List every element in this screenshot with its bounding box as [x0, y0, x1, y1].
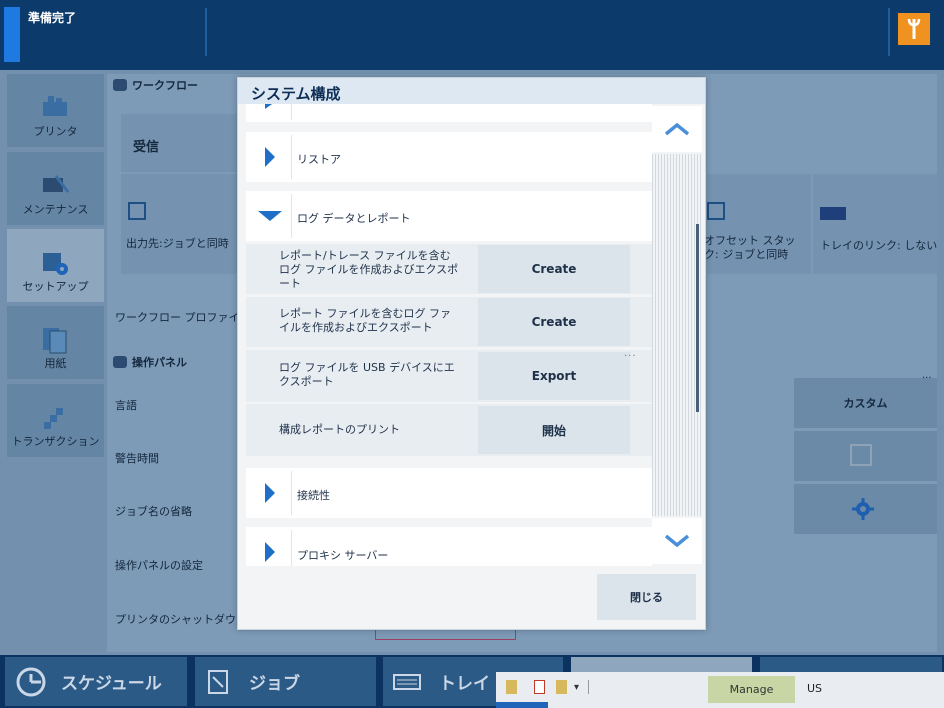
panel-settings-label: 操作パネルの設定: [115, 559, 203, 572]
create-report-log-button[interactable]: Create: [478, 298, 630, 346]
sub-item: レポート ファイルを含むログ ファイルを作成およびエクスポート Create: [246, 297, 652, 347]
divider: [205, 8, 207, 56]
printer-icon: [43, 96, 67, 116]
language-label: 言語: [115, 399, 137, 412]
list-item[interactable]: [246, 104, 652, 122]
settings-cell[interactable]: [794, 484, 937, 534]
sub-item-label: 構成レポートのプリント: [279, 423, 400, 436]
copy-icon: [850, 444, 872, 466]
checkbox-icon[interactable]: [534, 680, 545, 694]
chevron-up-icon: [664, 122, 690, 136]
document-icon: [208, 669, 228, 694]
custom-button[interactable]: カスタム: [794, 378, 937, 428]
service-button[interactable]: [898, 13, 930, 45]
settings-cell[interactable]: [794, 431, 937, 481]
proxy-label: プロキシ サーバー: [297, 549, 389, 562]
tray-link: トレイのリンク: しない: [820, 239, 938, 252]
export-usb-button[interactable]: Export: [478, 352, 630, 400]
more-dots: ...: [922, 370, 932, 381]
scroll-up-button[interactable]: [652, 106, 702, 152]
flag-icon: [820, 207, 846, 220]
paper-icon: [43, 328, 67, 354]
nav-setup[interactable]: セットアップ: [7, 229, 104, 302]
chevron-right-icon: [264, 542, 275, 562]
nav-maintenance[interactable]: メンテナンス: [7, 152, 104, 225]
scroll-thumb[interactable]: [696, 224, 699, 412]
manage-tab[interactable]: Manage: [708, 676, 795, 703]
maintenance-icon: [43, 175, 70, 193]
dialog-title: システム構成: [238, 78, 705, 104]
sub-item-label: ログ ファイルを USB デバイスにエクスポート: [279, 361, 455, 388]
log-data-label: ログ データとレポート: [297, 212, 411, 225]
list-item-proxy[interactable]: プロキシ サーバー: [246, 527, 652, 566]
folder-icon[interactable]: [556, 680, 567, 694]
nav-transaction[interactable]: トランザクション: [7, 384, 104, 457]
printer-shutdown-label: プリンタのシャットダウン: [115, 613, 247, 626]
offset-stack: オフセット スタック: ジョブと同時: [704, 234, 796, 261]
bg-cell: [121, 174, 239, 274]
setup-icon: [43, 253, 68, 275]
print-config-report-button[interactable]: 開始: [478, 406, 630, 454]
create-trace-log-button[interactable]: Create: [478, 245, 630, 293]
panel-icon: [113, 356, 127, 368]
config-list: リストア ログ データとレポート レポート/トレース ファイルを含むログ ファイ…: [246, 104, 652, 566]
list-item-connectivity[interactable]: 接続性: [246, 468, 652, 518]
taskbar-active-indicator: [496, 702, 548, 708]
chevron-right-icon: [264, 483, 275, 503]
warning-time-label: 警告時間: [115, 452, 159, 465]
list-item-restore[interactable]: リストア: [246, 132, 652, 182]
restore-label: リストア: [297, 153, 341, 166]
output-destination: 出力先:ジョブと同時: [126, 237, 229, 250]
os-taskbar: ▾ Manage US: [496, 672, 944, 708]
receive-label: 受信: [133, 140, 160, 155]
transaction-icon: [44, 408, 63, 429]
close-button[interactable]: 閉じる: [597, 574, 696, 620]
gear-icon: [852, 498, 874, 520]
section-header-workflow: ワークフロー: [113, 75, 198, 95]
sub-item: 構成レポートのプリント 開始: [246, 404, 652, 456]
status-indicator: [4, 7, 20, 62]
sub-item: ログ ファイルを USB デバイスにエクスポート Export ...: [246, 348, 652, 402]
expand-button[interactable]: [248, 471, 292, 515]
nav-printer[interactable]: プリンタ: [7, 74, 104, 147]
sub-item-label: レポート ファイルを含むログ ファイルを作成およびエクスポート: [279, 307, 451, 334]
chevron-right-icon: [264, 104, 272, 109]
sub-item: レポート/トレース ファイルを含むログ ファイルを作成およびエクスポート Cre…: [246, 244, 652, 294]
locale-indicator[interactable]: US: [807, 682, 822, 695]
edit-icon: [707, 202, 725, 220]
system-config-dialog: システム構成 リストア ログ データとレポート レポート/トレース ファイルを含…: [237, 77, 706, 630]
status-bar: 準備完了: [0, 0, 944, 70]
collapse-button[interactable]: [248, 194, 292, 238]
sub-item-label: レポート/トレース ファイルを含むログ ファイルを作成およびエクスポート: [279, 249, 459, 290]
list-item-log-data[interactable]: ログ データとレポート: [246, 191, 652, 241]
scroll-controls: [652, 106, 702, 566]
scroll-track[interactable]: [652, 154, 702, 516]
workflow-icon: [113, 79, 127, 91]
schedule-button[interactable]: スケジュール: [5, 657, 187, 706]
chevron-right-icon: [264, 147, 275, 167]
section-header-panel: 操作パネル: [113, 352, 187, 372]
tray-icon: [393, 673, 421, 690]
chevron-down-icon: [664, 534, 690, 548]
dropdown-icon[interactable]: ▾: [574, 682, 579, 693]
scroll-down-button[interactable]: [652, 518, 702, 564]
connectivity-label: 接続性: [297, 489, 330, 502]
workflow-profile: ワークフロー プロファイル: [115, 311, 251, 324]
clock-icon: [16, 667, 46, 696]
nav-paper[interactable]: 用紙: [7, 306, 104, 379]
more-options[interactable]: ...: [624, 348, 637, 359]
job-name-abbr-label: ジョブ名の省略: [115, 505, 192, 518]
expand-button[interactable]: [248, 104, 292, 120]
chevron-down-icon: [257, 211, 282, 221]
divider: [888, 8, 890, 56]
expand-button[interactable]: [248, 530, 292, 566]
printer-status: 準備完了: [28, 11, 77, 25]
divider: [588, 680, 589, 694]
folder-icon[interactable]: [506, 680, 517, 694]
expand-button[interactable]: [248, 135, 292, 179]
edit-icon: [128, 202, 146, 220]
bg-cell: [813, 174, 937, 274]
wrench-icon: [907, 18, 921, 39]
jobs-button[interactable]: ジョブ: [195, 657, 376, 706]
